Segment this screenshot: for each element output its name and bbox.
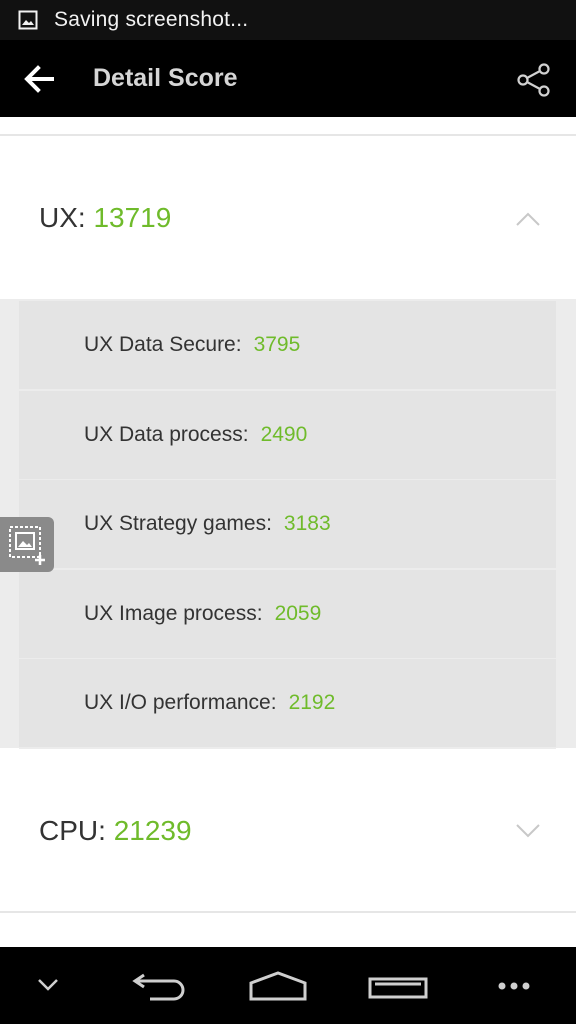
list-item: UX Strategy games: 3183 [19, 480, 556, 570]
ux-details-panel: UX Data Secure: 3795 UX Data process: 2490… [0, 299, 576, 749]
detail-label: UX Data Secure: [84, 333, 242, 356]
home-icon[interactable] [247, 969, 309, 1003]
detail-label: UX Strategy games: [84, 512, 272, 535]
page-title: Detail Score [93, 64, 238, 92]
cpu-section-header[interactable]: CPU: 21239 [0, 750, 576, 910]
back-icon[interactable] [130, 969, 188, 1003]
ux-section-header[interactable]: UX: 13719 [0, 138, 576, 298]
navigation-bar [0, 947, 576, 1024]
arrow-left-icon[interactable] [22, 62, 56, 96]
crop-capture-icon [9, 526, 45, 565]
detail-value: 2192 [288, 691, 336, 714]
cpu-score-label: CPU: 21239 [39, 815, 192, 847]
share-icon[interactable] [514, 60, 554, 100]
ux-label: UX: [39, 202, 86, 233]
chevron-up-icon[interactable] [514, 210, 542, 228]
divider [0, 134, 576, 136]
detail-value: 3183 [283, 512, 331, 535]
list-item: UX Data process: 2490 [19, 391, 556, 481]
more-icon[interactable] [497, 981, 531, 991]
cpu-label: CPU: [39, 815, 106, 846]
list-item: UX Data Secure: 3795 [19, 301, 556, 391]
recents-icon[interactable] [367, 975, 429, 1001]
action-bar: Detail Score [0, 40, 576, 117]
list-item: UX I/O performance: 2192 [19, 659, 556, 749]
list-item: UX Image process: 2059 [19, 570, 556, 660]
status-bar: Saving screenshot... [0, 0, 576, 40]
detail-value: 2059 [274, 602, 322, 625]
detail-value: 2490 [260, 423, 308, 446]
detail-label: UX Data process: [84, 423, 249, 446]
detail-label: UX I/O performance: [84, 691, 277, 714]
chevron-down-icon[interactable] [36, 977, 60, 993]
ux-score-label: UX: 13719 [39, 202, 171, 234]
screenshot-capture-button[interactable] [0, 517, 54, 572]
cpu-score-value: 21239 [113, 815, 192, 846]
divider [0, 911, 576, 913]
image-icon [18, 10, 38, 30]
chevron-down-icon[interactable] [514, 822, 542, 840]
status-text: Saving screenshot... [54, 8, 249, 31]
ux-score-value: 13719 [93, 202, 172, 233]
detail-label: UX Image process: [84, 602, 263, 625]
detail-value: 3795 [253, 333, 301, 356]
